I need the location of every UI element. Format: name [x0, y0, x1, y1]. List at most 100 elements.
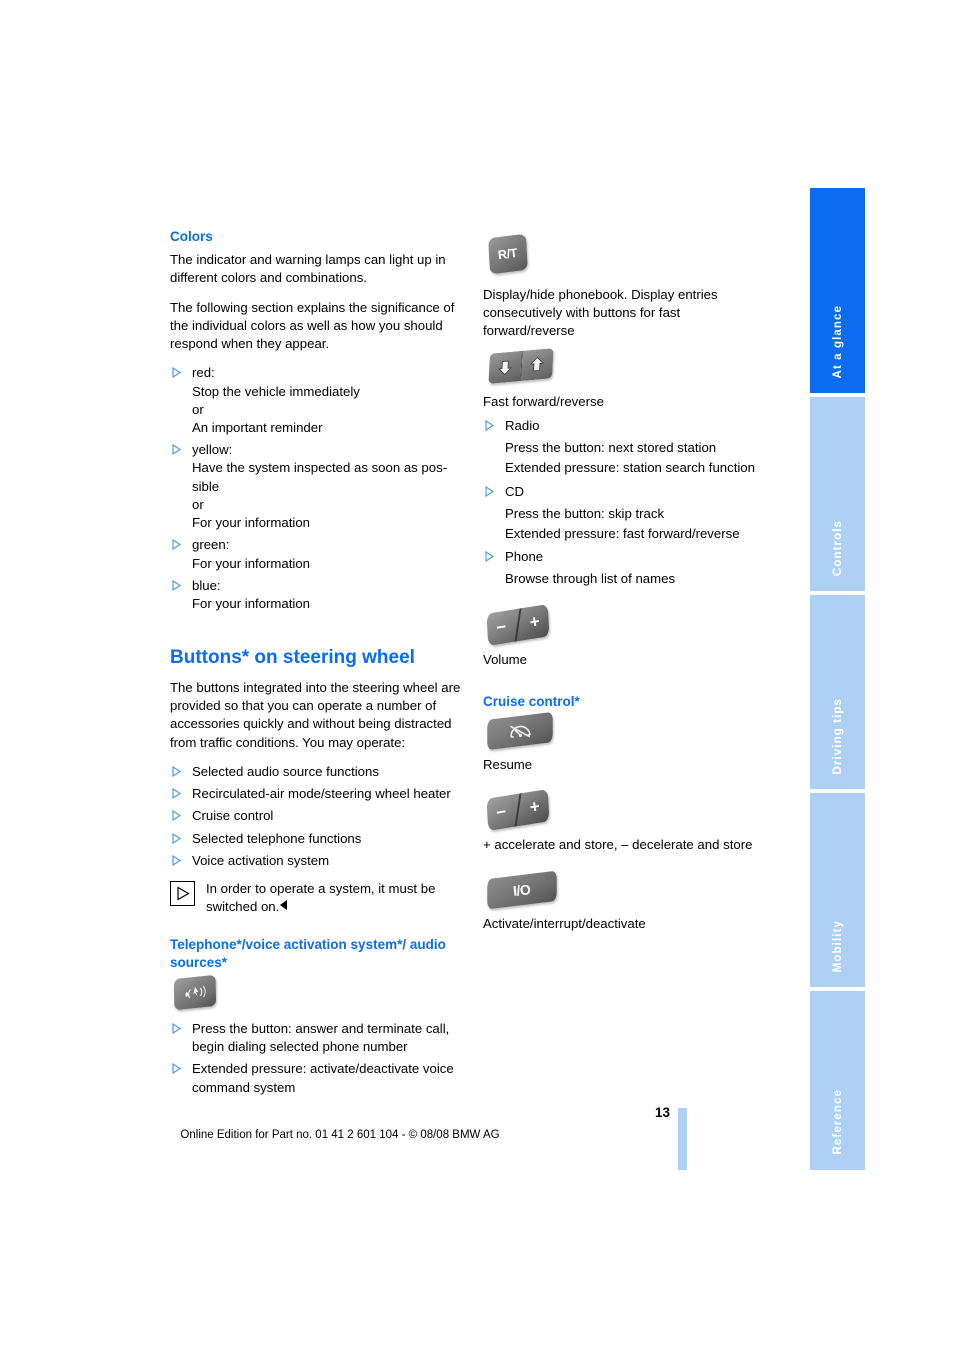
sidebar-item-label: Mobility: [831, 919, 844, 972]
phone-voice-button-icon: [173, 974, 217, 1011]
list-item: Extended pressure: activate/deactivate v…: [170, 1060, 462, 1096]
ff-rev-mode-list: Radio Press the button: next stored stat…: [483, 417, 775, 589]
sidebar-item-mobility[interactable]: Mobility: [810, 793, 865, 987]
heading-buttons-on-steering-wheel: Buttons* on steering wheel: [170, 647, 415, 669]
list-item: Cruise control: [170, 807, 462, 825]
bullet-triangle-icon: [485, 485, 494, 497]
heading-colors: Colors: [170, 229, 213, 244]
list-item: CD: [483, 483, 775, 501]
list-item-line: Stop the vehicle immediately: [192, 383, 360, 399]
list-item: Radio: [483, 417, 775, 435]
volume-caption: Volume: [483, 651, 527, 667]
left-column: Colors The indicator and warning lamps c…: [170, 228, 462, 1107]
bullet-triangle-icon: [485, 419, 494, 431]
list-item-label: red:: [192, 365, 215, 381]
sidebar-item-driving-tips[interactable]: Driving tips: [810, 595, 865, 789]
buttons-function-list: Selected audio source functions Recircul…: [170, 763, 462, 870]
cruise-minus-label: −: [494, 802, 508, 823]
bullet-triangle-icon: [172, 832, 181, 844]
list-item-label: Press the button: answer and terminate c…: [192, 1020, 450, 1055]
colors-paragraph-1: The indicator and warning lamps can ligh…: [170, 252, 446, 286]
list-item-detail: Press the button: next stored station: [483, 439, 775, 457]
volume-rocker-icon: − +: [486, 603, 550, 646]
rocker-segment-reverse: [488, 350, 523, 384]
list-item: yellow: Have the system inspected as soo…: [170, 441, 462, 532]
list-item-label: Recirculated-air mode/steering wheel hea…: [192, 786, 451, 802]
list-item-line: Have the system inspected as soon as pos…: [192, 460, 448, 494]
list-item-label: Voice activation system: [192, 852, 330, 868]
volume-minus-label: −: [494, 616, 508, 637]
ff-rev-caption: Fast forward/reverse: [483, 393, 604, 409]
sidebar-item-at-a-glance[interactable]: At a glance: [810, 188, 865, 393]
cruise-plus-label: +: [528, 797, 542, 818]
cruise-io-label: I/O: [512, 880, 532, 899]
list-item-line: Extended pressure: fast forward/reverse: [505, 525, 740, 541]
rt-button-label: R/T: [497, 245, 519, 263]
fast-forward-reverse-rocker-icon: [488, 347, 554, 384]
list-item-line: Press the button: skip track: [505, 505, 665, 521]
bullet-triangle-icon: [172, 1063, 181, 1075]
play-triangle-icon: [170, 880, 195, 906]
manual-page: At a glance Controls Driving tips Mobili…: [0, 0, 954, 1350]
list-item-label: blue:: [192, 577, 221, 593]
list-item: green: For your information: [170, 536, 462, 572]
list-item-line: An important reminder: [192, 420, 323, 436]
rt-button-icon: R/T: [488, 233, 528, 275]
arrow-down-icon: [497, 360, 512, 375]
footer-accent-bar: [678, 1108, 687, 1170]
speedometer-icon: [509, 725, 531, 739]
note-text: In order to operate a system, it must be…: [206, 880, 436, 915]
sidebar-item-label: Controls: [831, 519, 844, 576]
bullet-triangle-icon: [172, 810, 181, 822]
list-item-label: yellow:: [192, 442, 233, 458]
colors-paragraph-2: The following section explains the signi…: [170, 299, 455, 352]
page-number: 13: [654, 1105, 670, 1120]
right-column: R/T Display/hide phonebook. Display entr…: [483, 228, 775, 943]
cruise-io-caption: Activate/interrupt/deactivate: [483, 915, 646, 931]
list-item-detail: Extended pressure: station search functi…: [483, 459, 775, 477]
list-item-line: For your information: [192, 555, 310, 571]
bullet-triangle-icon: [172, 579, 181, 591]
arrow-up-icon: [530, 356, 545, 371]
list-item-line: For your information: [192, 515, 310, 531]
sidebar-item-label: At a glance: [831, 304, 844, 378]
list-item-line: Extended pressure: station search functi…: [505, 460, 755, 476]
list-item-detail: Browse through list of names: [483, 570, 775, 588]
end-of-note-marker: [280, 900, 288, 911]
colors-list: red: Stop the vehicle immediately or An …: [170, 364, 462, 613]
list-item-detail: Extended pressure: fast forward/reverse: [483, 525, 775, 543]
list-item: Selected audio source functions: [170, 763, 462, 781]
list-item-label: Selected telephone functions: [192, 830, 362, 846]
list-item: Voice activation system: [170, 852, 462, 870]
rocker-segment-forward: [520, 347, 554, 381]
bullet-triangle-icon: [172, 539, 181, 551]
cruise-accel-caption: + accelerate and store, – decelerate and…: [483, 837, 753, 853]
rt-button-caption: Display/hide phonebook. Display entries …: [483, 287, 718, 339]
list-item-label: Cruise control: [192, 808, 274, 824]
buttons-intro-paragraph: The buttons integrated into the steering…: [170, 680, 461, 750]
bullet-triangle-icon: [172, 1022, 181, 1034]
section-tabs: At a glance Controls Driving tips Mobili…: [810, 188, 865, 1170]
list-item: Phone: [483, 548, 775, 566]
list-item-detail: Press the button: skip track: [483, 505, 775, 523]
telephone-function-list: Press the button: answer and terminate c…: [170, 1020, 462, 1097]
sidebar-item-controls[interactable]: Controls: [810, 397, 865, 591]
bullet-triangle-icon: [172, 854, 181, 866]
volume-plus-label: +: [528, 611, 542, 632]
list-item-label: Extended pressure: activate/deactivate v…: [192, 1061, 454, 1095]
list-item-label: Phone: [505, 549, 544, 565]
list-item: blue: For your information: [170, 577, 462, 613]
list-item: Selected telephone functions: [170, 830, 462, 848]
bullet-triangle-icon: [172, 444, 181, 456]
list-item-line: or: [192, 496, 204, 512]
heading-telephone-voice-audio: Telephone*/voice activation system*/ aud…: [170, 937, 446, 970]
sidebar-item-reference[interactable]: Reference: [810, 991, 865, 1170]
list-item: Recirculated-air mode/steering wheel hea…: [170, 785, 462, 803]
sidebar-item-label: Driving tips: [831, 697, 844, 774]
note-block: In order to operate a system, it must be…: [170, 880, 462, 916]
cruise-accelerate-decelerate-rocker-icon: − +: [486, 789, 550, 832]
bullet-triangle-icon: [172, 788, 181, 800]
list-item-line: Press the button: next stored station: [505, 440, 717, 456]
cruise-io-button-icon: I/O: [487, 870, 557, 909]
bullet-triangle-icon: [172, 765, 181, 777]
